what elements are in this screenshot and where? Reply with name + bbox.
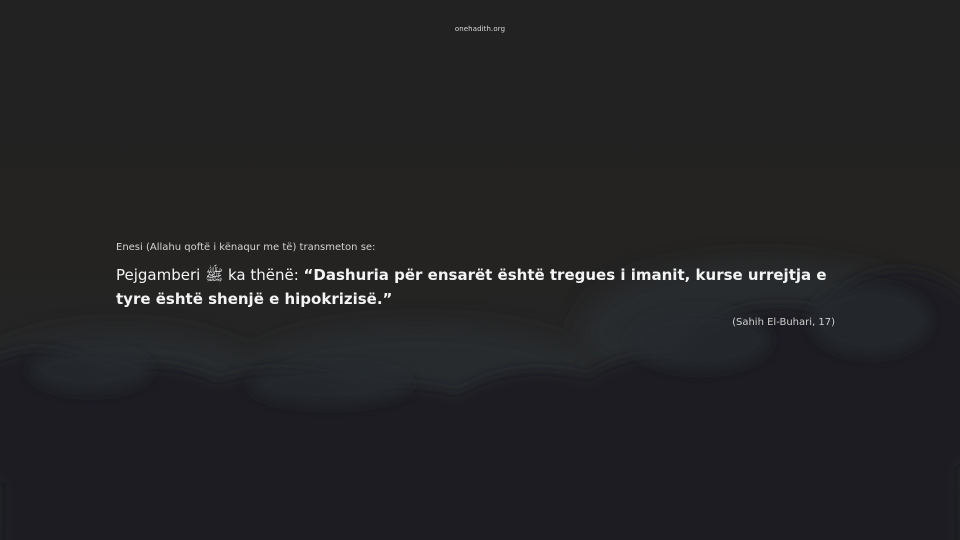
hadith-text: Pejgamberi ﷺ ka thënë: “Dashuria për ens… bbox=[116, 263, 844, 311]
hadith-slide: onehadith.org Enesi (Allahu qoftë i këna… bbox=[0, 0, 960, 540]
hadith-prefix: Pejgamberi ﷺ ka thënë: bbox=[116, 266, 304, 284]
site-url: onehadith.org bbox=[454, 25, 506, 33]
hadith-source: (Sahih El-Buhari, 17) bbox=[732, 317, 835, 328]
narrator-line: Enesi (Allahu qoftë i kënaqur me të) tra… bbox=[116, 242, 376, 253]
